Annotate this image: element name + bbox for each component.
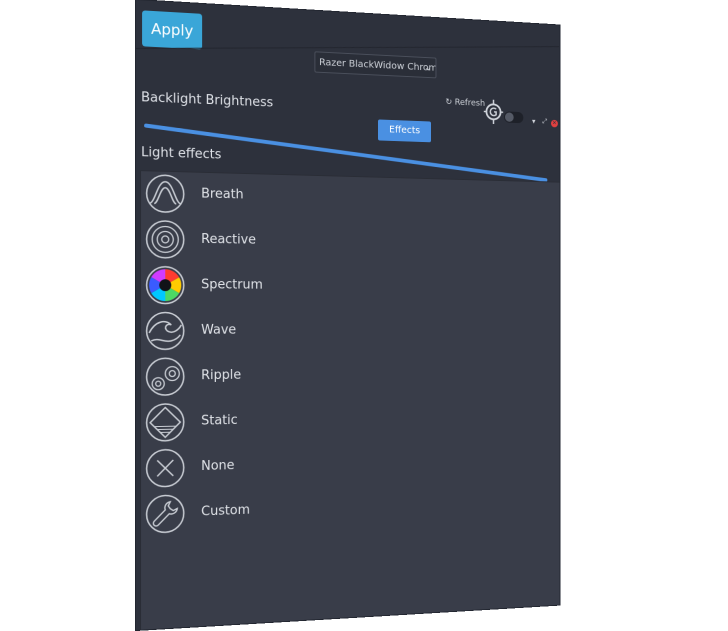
effects-list: Breath Reactive Spectrum Wave Ripple Sta… [140, 170, 560, 630]
item-label: Custom [201, 502, 250, 520]
tab-effects[interactable]: Effects [378, 119, 432, 143]
device-select-value: Razer BlackWidow Chroma [319, 57, 437, 74]
ripple-icon [145, 357, 185, 397]
spectrum-icon [145, 265, 185, 305]
chevron-down-icon: ⌄ [424, 62, 432, 74]
toggle-knob [504, 112, 514, 122]
apply-button[interactable]: Apply [142, 10, 203, 50]
breath-icon [145, 173, 185, 214]
toggle-switch[interactable] [504, 111, 524, 124]
maximize-icon[interactable]: ⤢ [542, 118, 547, 126]
refresh-label: Refresh [454, 98, 486, 109]
polychromatic-logo-icon [484, 99, 503, 124]
item-label: Ripple [201, 367, 242, 384]
refresh-icon: ↻ [445, 97, 453, 108]
none-icon [145, 448, 185, 489]
brightness-label: Backlight Brightness [141, 90, 274, 111]
item-label: Wave [201, 322, 237, 338]
custom-icon [145, 493, 185, 534]
item-label: Spectrum [201, 277, 263, 293]
static-icon [145, 402, 185, 443]
item-label: None [201, 458, 235, 475]
wave-icon [145, 311, 185, 351]
reactive-icon [145, 219, 185, 259]
light-effects-label: Light effects [141, 145, 222, 163]
item-label: Breath [201, 186, 244, 203]
item-label: Static [201, 413, 238, 429]
minimize-icon[interactable]: ▾ [532, 117, 535, 125]
refresh-button[interactable]: ↻ Refresh [445, 98, 485, 117]
device-select[interactable]: Razer BlackWidow Chroma ⌄ [314, 51, 437, 79]
item-label: Reactive [201, 232, 256, 248]
close-icon[interactable]: ✕ [550, 119, 558, 128]
stage: Apply Razer BlackWidow Chroma ⌄ ↻ Refres… [0, 0, 728, 631]
app-window: Apply Razer BlackWidow Chroma ⌄ ↻ Refres… [136, 0, 560, 630]
